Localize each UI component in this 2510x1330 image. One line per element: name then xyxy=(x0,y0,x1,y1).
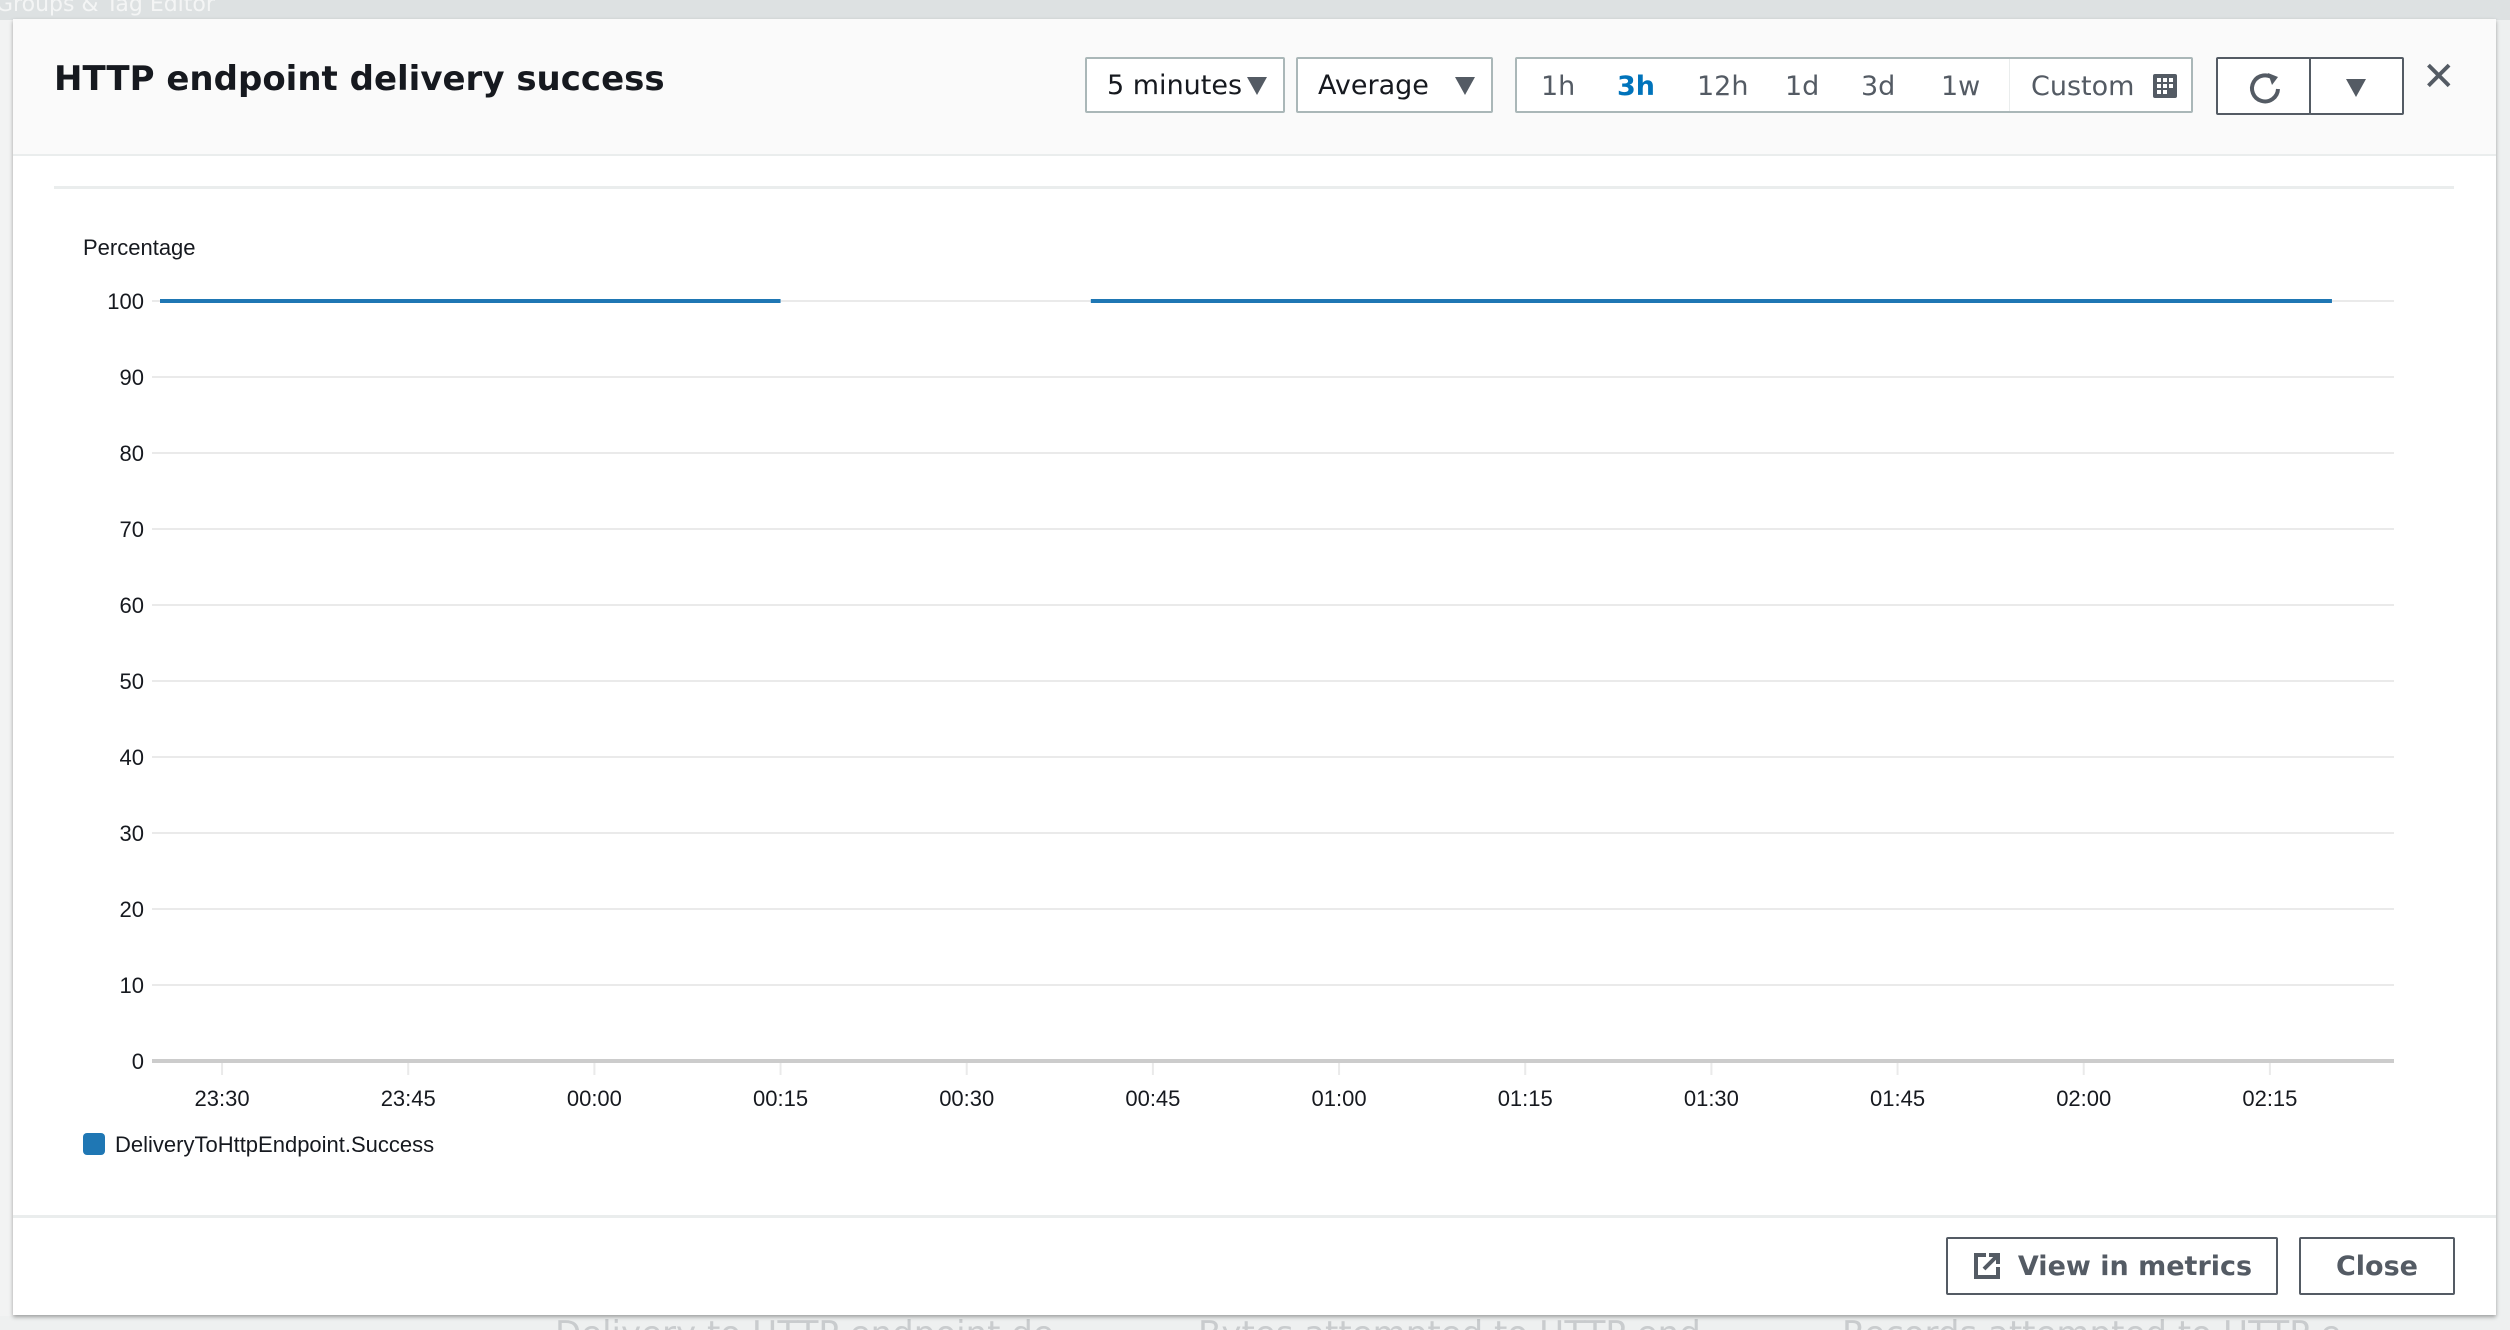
background-header: Groups & Tag Editor xyxy=(0,0,2510,20)
view-in-metrics-label: View in metrics xyxy=(2017,1250,2253,1282)
legend-swatch xyxy=(83,1133,105,1155)
legend-label[interactable]: DeliveryToHttpEndpoint.Success xyxy=(115,1132,434,1157)
background-title: Groups & Tag Editor xyxy=(0,0,215,17)
external-link-icon xyxy=(1973,1253,2000,1279)
y-axis-label: Percentage xyxy=(83,235,196,260)
y-tick-label: 100 xyxy=(107,289,144,314)
y-tick-label: 20 xyxy=(120,897,144,922)
background-widget-title: Bytes attempted to HTTP end... xyxy=(1198,1316,1733,1330)
view-in-metrics-button[interactable]: View in metrics xyxy=(1946,1237,2278,1295)
y-tick-label: 50 xyxy=(120,669,144,694)
close-button[interactable]: Close xyxy=(2299,1237,2455,1295)
y-tick-label: 60 xyxy=(120,593,144,618)
y-tick-label: 70 xyxy=(120,517,144,542)
x-tick-label: 00:15 xyxy=(753,1086,808,1111)
background-widget-title: Delivery to HTTP endpoint de... xyxy=(555,1316,1086,1330)
metric-modal: HTTP endpoint delivery success 5 minutes… xyxy=(13,19,2496,1315)
background-sidebar xyxy=(0,20,13,1316)
line-chart: Percentage 0 10 20 30 40 50 60 70 80 90 100 23:30 2… xyxy=(83,235,2394,1157)
y-tick-label: 40 xyxy=(120,745,144,770)
y-tick-label: 30 xyxy=(120,821,144,846)
y-tick-label: 80 xyxy=(120,441,144,466)
x-tick-label: 02:00 xyxy=(2056,1086,2111,1111)
modal-footer-divider xyxy=(13,1215,2496,1218)
x-tick-label: 23:30 xyxy=(195,1086,250,1111)
x-tick-label: 02:15 xyxy=(2242,1086,2297,1111)
x-tick-label: 01:30 xyxy=(1684,1086,1739,1111)
y-tick-label: 0 xyxy=(132,1049,144,1074)
background-widgets: Delivery to HTTP endpoint de... Bytes at… xyxy=(0,1316,2510,1330)
x-tick-label: 01:00 xyxy=(1312,1086,1367,1111)
x-tick-label: 00:45 xyxy=(1125,1086,1180,1111)
x-tick-label: 00:30 xyxy=(939,1086,994,1111)
x-tick-label: 00:00 xyxy=(567,1086,622,1111)
x-tick-label: 01:45 xyxy=(1870,1086,1925,1111)
y-tick-label: 10 xyxy=(120,973,144,998)
x-tick-label: 01:15 xyxy=(1498,1086,1553,1111)
x-tick-label: 23:45 xyxy=(381,1086,436,1111)
y-tick-label: 90 xyxy=(120,365,144,390)
background-widget-title: Records attempted to HTTP e... xyxy=(1842,1316,2374,1330)
close-label: Close xyxy=(2335,1250,2418,1282)
